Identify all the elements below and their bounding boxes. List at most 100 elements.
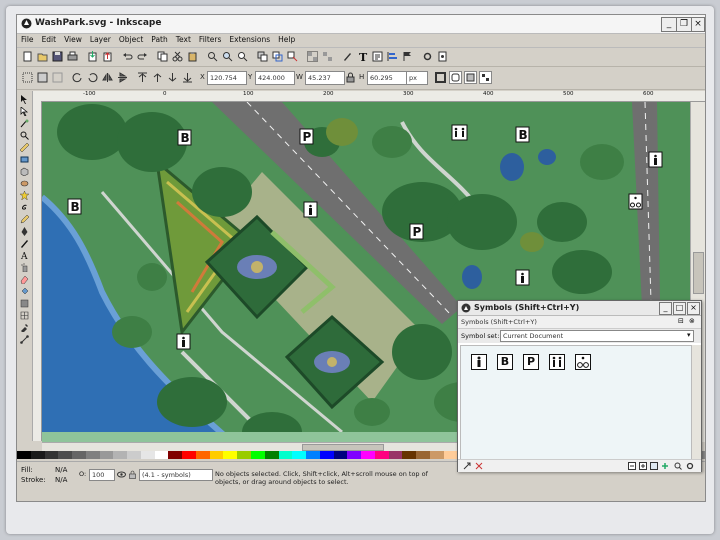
palette-swatch[interactable] <box>388 451 403 459</box>
calligraphy-tool-icon[interactable] <box>20 239 29 248</box>
star-tool-icon[interactable] <box>20 191 29 200</box>
rectangle-tool-icon[interactable] <box>20 155 29 164</box>
palette-swatch[interactable] <box>72 451 86 459</box>
duplicate-icon[interactable] <box>257 51 268 62</box>
symbols-scrollbar[interactable] <box>691 345 701 459</box>
add-symbol-icon[interactable] <box>661 462 669 470</box>
minimize-button[interactable]: _ <box>661 17 677 32</box>
text-font-icon[interactable]: T <box>357 51 368 62</box>
menu-extensions[interactable]: Extensions <box>225 34 274 45</box>
palette-swatch[interactable] <box>374 451 389 459</box>
x-field[interactable]: 120.754 <box>207 71 247 85</box>
copy-icon[interactable] <box>157 51 168 62</box>
document-properties-icon[interactable] <box>437 51 448 62</box>
new-document-icon[interactable] <box>22 51 33 62</box>
dialog-close-button[interactable]: × <box>687 302 700 315</box>
raise-icon[interactable] <box>152 72 163 83</box>
palette-swatch[interactable] <box>209 451 224 459</box>
palette-swatch[interactable] <box>347 451 362 459</box>
palette-swatch[interactable] <box>113 451 128 459</box>
symbol-set-select[interactable]: Current Document <box>500 330 694 342</box>
dock-icon[interactable]: ⊟ <box>678 317 684 325</box>
open-icon[interactable] <box>37 51 48 62</box>
palette-swatch[interactable] <box>237 451 252 459</box>
zoom-tool-icon[interactable] <box>20 131 29 140</box>
eraser-tool-icon[interactable] <box>20 275 29 284</box>
palette-swatch[interactable] <box>278 451 293 459</box>
rotate-cw-icon[interactable] <box>87 72 98 83</box>
palette-swatch[interactable] <box>99 451 114 459</box>
w-field[interactable]: 45.237 <box>305 71 345 85</box>
spray-tool-icon[interactable] <box>20 263 29 272</box>
connector-tool-icon[interactable] <box>20 335 29 344</box>
transform-gradients-icon[interactable] <box>464 71 477 84</box>
symbol-parking[interactable]: P <box>523 354 539 370</box>
menu-help[interactable]: Help <box>274 34 299 45</box>
palette-swatch[interactable] <box>44 451 59 459</box>
palette-swatch[interactable] <box>429 451 444 459</box>
palette-swatch[interactable] <box>251 451 265 459</box>
dropper-tool-icon[interactable] <box>20 323 29 332</box>
palette-swatch[interactable] <box>195 451 210 459</box>
fill-stroke-icon[interactable] <box>342 51 353 62</box>
symbol-restroom[interactable] <box>549 354 565 370</box>
palette-swatch[interactable] <box>127 451 141 459</box>
palette-swatch[interactable] <box>402 451 417 459</box>
clone-icon[interactable] <box>272 51 283 62</box>
lock-ratio-icon[interactable] <box>345 72 356 83</box>
menu-text[interactable]: Text <box>172 34 195 45</box>
preferences-icon[interactable] <box>422 51 433 62</box>
pen-tool-icon[interactable] <box>20 227 29 236</box>
menu-object[interactable]: Object <box>115 34 147 45</box>
menu-file[interactable]: File <box>17 34 38 45</box>
xml-editor-icon[interactable] <box>372 51 383 62</box>
y-field[interactable]: 424.000 <box>255 71 295 85</box>
spiral-tool-icon[interactable] <box>20 203 29 212</box>
remove-symbol-icon[interactable] <box>475 462 483 470</box>
symbol-bicycle[interactable] <box>575 354 591 370</box>
h-field[interactable]: 60.295 <box>367 71 407 85</box>
palette-swatch[interactable] <box>85 451 100 459</box>
palette-swatch[interactable] <box>168 451 183 459</box>
paint-bucket-tool-icon[interactable] <box>20 287 29 296</box>
palette-swatch[interactable] <box>292 451 307 459</box>
layer-lock-icon[interactable] <box>128 470 137 479</box>
palette-swatch[interactable] <box>17 451 31 459</box>
current-layer-select[interactable]: (4.1 - symbols) <box>139 469 213 481</box>
flip-horizontal-icon[interactable] <box>102 72 113 83</box>
palette-swatch[interactable] <box>154 451 169 459</box>
menu-edit[interactable]: Edit <box>38 34 61 45</box>
settings-icon[interactable] <box>686 462 694 470</box>
menu-filters[interactable]: Filters <box>195 34 225 45</box>
palette-swatch[interactable] <box>264 451 279 459</box>
fill-value[interactable]: N/A <box>55 466 67 474</box>
tweak-tool-icon[interactable] <box>20 119 29 128</box>
print-icon[interactable] <box>67 51 78 62</box>
zoom-out-icon[interactable] <box>628 462 636 470</box>
palette-swatch[interactable] <box>30 451 45 459</box>
raise-to-top-icon[interactable] <box>137 72 148 83</box>
ungroup-icon[interactable] <box>322 51 333 62</box>
dialog-maximize-button[interactable]: □ <box>673 302 686 315</box>
zoom-drawing-icon[interactable] <box>222 51 233 62</box>
palette-swatch[interactable] <box>319 451 334 459</box>
dialog-tab[interactable]: Symbols (Shift+Ctrl+Y) ⊟ ⊗ <box>458 316 701 329</box>
rotate-ccw-icon[interactable] <box>72 72 83 83</box>
text-tool-icon[interactable]: A <box>20 251 29 260</box>
unlink-clone-icon[interactable] <box>287 51 298 62</box>
palette-swatch[interactable] <box>58 451 73 459</box>
3d-box-tool-icon[interactable] <box>20 167 29 176</box>
undo-icon[interactable] <box>122 51 133 62</box>
chevron-down-icon[interactable]: ▾ <box>687 331 691 339</box>
palette-swatch[interactable] <box>306 451 320 459</box>
unit-select[interactable]: px <box>406 71 428 85</box>
node-tool-icon[interactable] <box>20 107 29 116</box>
redo-icon[interactable] <box>137 51 148 62</box>
horizontal-scroll-thumb[interactable] <box>302 444 384 451</box>
vertical-scroll-thumb[interactable] <box>693 252 704 294</box>
paste-icon[interactable] <box>187 51 198 62</box>
close-panel-icon[interactable]: ⊗ <box>689 317 695 325</box>
deselect-icon[interactable] <box>52 72 63 83</box>
scale-corners-icon[interactable] <box>449 71 462 84</box>
ellipse-tool-icon[interactable] <box>20 179 29 188</box>
